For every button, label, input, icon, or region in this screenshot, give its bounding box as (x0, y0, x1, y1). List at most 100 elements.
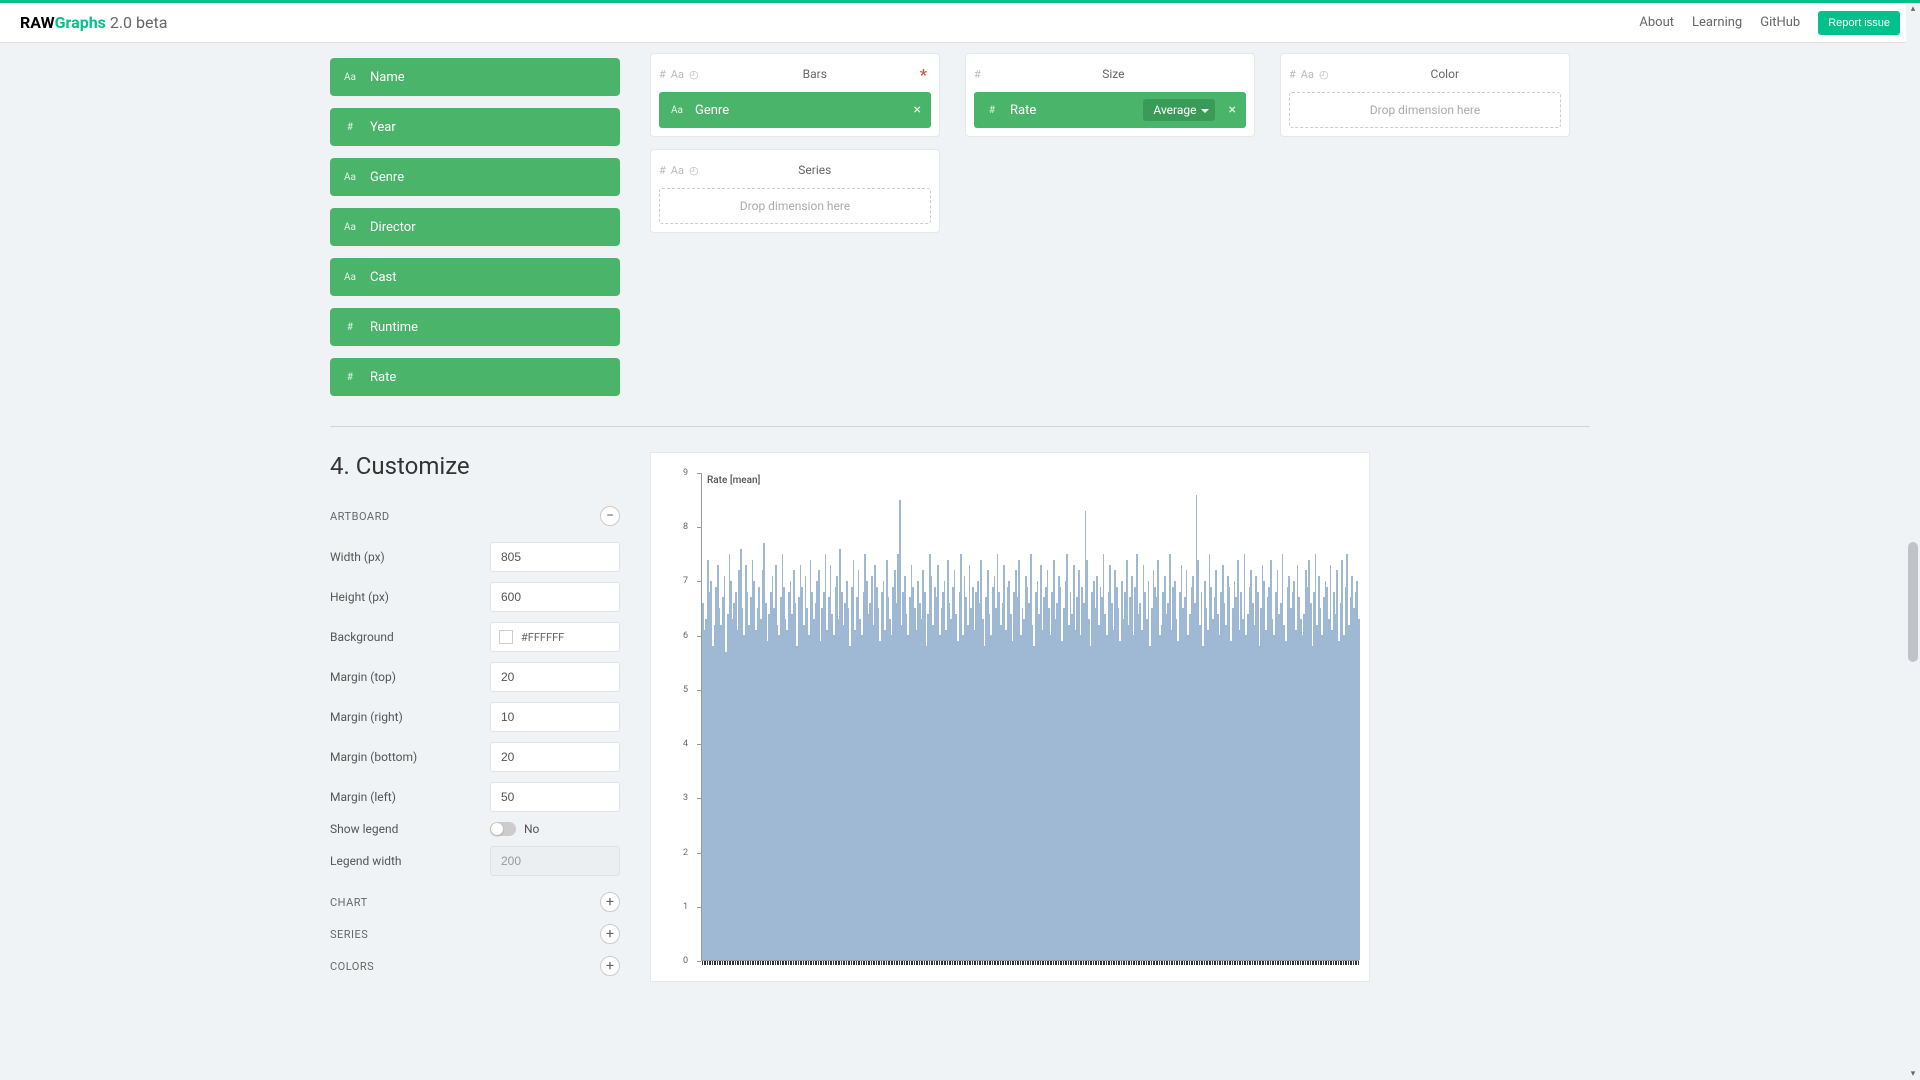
dropzone-size[interactable]: # Size # Rate Average × (965, 53, 1255, 137)
y-tick-label: 4 (683, 739, 688, 749)
dropzone-title: Bars (699, 67, 931, 81)
chip-type-icon: # (984, 105, 1000, 116)
control-label: Legend width (330, 854, 402, 868)
nav-about[interactable]: About (1639, 15, 1674, 30)
logo-raw: RAW (20, 13, 55, 32)
chip-label: Rate (1010, 103, 1143, 118)
logo-graphs: Graphs (55, 13, 106, 32)
text-icon: Aa (671, 164, 684, 177)
dim-label: Cast (370, 270, 397, 285)
background-color-picker[interactable]: #FFFFFF (490, 622, 620, 652)
dim-type-icon: Aa (342, 172, 358, 183)
hash-icon: # (659, 68, 666, 81)
control-label: Height (px) (330, 590, 389, 604)
dimension-pill-genre[interactable]: Aa Genre (330, 158, 620, 196)
y-tick-label: 3 (683, 793, 688, 803)
dz-type-icons: # Aa ◴ (659, 164, 699, 177)
group-label: ARTBOARD (330, 510, 390, 523)
control-label: Margin (top) (330, 670, 396, 684)
color-hex-value: #FFFFFF (521, 631, 564, 644)
control-label: Margin (right) (330, 710, 403, 724)
top-progress-bar (0, 0, 1920, 3)
hash-icon: # (1289, 68, 1296, 81)
chip-remove-icon[interactable]: × (914, 102, 921, 118)
scrollbar-thumb[interactable] (1908, 542, 1918, 662)
clock-icon: ◴ (1319, 68, 1329, 81)
margin-top-input[interactable] (490, 662, 620, 692)
expand-icon[interactable]: + (600, 956, 620, 976)
dropzone-color[interactable]: # Aa ◴ Color Drop dimension here (1280, 53, 1570, 137)
y-tick-label: 6 (683, 631, 688, 641)
dimension-pill-rate[interactable]: #Rate (330, 358, 620, 396)
y-tick-mark (697, 473, 701, 474)
y-tick-label: 7 (683, 576, 688, 586)
dropzone-placeholder: Drop dimension here (1289, 92, 1561, 128)
dropzone-chip-rate[interactable]: # Rate Average × (974, 92, 1246, 128)
report-issue-button[interactable]: Report issue (1818, 11, 1900, 35)
control-height: Height (px) (330, 582, 620, 612)
group-label: COLORS (330, 960, 374, 973)
y-tick-mark (697, 907, 701, 908)
group-header-colors[interactable]: COLORS + (330, 950, 620, 982)
dim-label: Genre (370, 170, 404, 185)
expand-icon[interactable]: + (600, 892, 620, 912)
width-input[interactable] (490, 542, 620, 572)
dim-type-icon: # (342, 322, 358, 333)
height-input[interactable] (490, 582, 620, 612)
dropzone-series[interactable]: # Aa ◴ Series Drop dimension here (650, 149, 940, 233)
toggle-value: No (524, 822, 539, 836)
hash-icon: # (974, 68, 981, 81)
dim-label: Name (370, 70, 405, 85)
dz-type-icons: # (974, 68, 981, 81)
nav-learning[interactable]: Learning (1692, 15, 1742, 30)
group-header-artboard[interactable]: ARTBOARD − (330, 500, 620, 532)
dropzone-title: Color (1329, 67, 1561, 81)
dz-type-icons: # Aa ◴ (659, 68, 699, 81)
margin-left-input[interactable] (490, 782, 620, 812)
nav-github[interactable]: GitHub (1760, 15, 1800, 30)
dimension-pill-name[interactable]: AaName (330, 58, 620, 96)
y-tick-mark (697, 636, 701, 637)
hash-icon: # (659, 164, 666, 177)
scroll-up-icon[interactable]: ▴ (1908, 3, 1918, 15)
expand-icon[interactable]: + (600, 924, 620, 944)
dropzone-chip-genre[interactable]: Aa Genre × (659, 92, 931, 128)
logo[interactable]: RAWGraphs 2.0 beta (20, 13, 167, 32)
y-tick-label: 8 (683, 522, 688, 532)
dropzone-bars[interactable]: # Aa ◴ Bars * Aa Genre × (650, 53, 940, 137)
dropzone-title: Size (981, 67, 1246, 81)
y-tick-mark (697, 690, 701, 691)
y-tick-label: 9 (683, 468, 688, 478)
control-legend-width: Legend width (330, 846, 620, 876)
group-label: SERIES (330, 928, 368, 941)
dimension-pill-director[interactable]: AaDirector (330, 208, 620, 246)
dimension-pill-year[interactable]: #Year (330, 108, 620, 146)
y-tick-mark (697, 527, 701, 528)
y-tick-label: 1 (683, 902, 688, 912)
y-tick-label: 5 (683, 685, 688, 695)
control-background: Background #FFFFFF (330, 622, 620, 652)
dropzone-title: Series (699, 163, 931, 177)
control-margin-right: Margin (right) (330, 702, 620, 732)
control-label: Margin (left) (330, 790, 396, 804)
dimension-pill-runtime[interactable]: #Runtime (330, 308, 620, 346)
chip-aggregation-dropdown[interactable]: Average (1143, 99, 1214, 121)
vertical-scrollbar[interactable]: ▴ ▾ (1906, 3, 1920, 1080)
chip-remove-icon[interactable]: × (1229, 102, 1236, 118)
logo-beta: 2.0 beta (106, 13, 168, 32)
dim-label: Director (370, 220, 416, 235)
margin-bottom-input[interactable] (490, 742, 620, 772)
collapse-icon[interactable]: − (600, 506, 620, 526)
group-header-chart[interactable]: CHART + (330, 886, 620, 918)
control-label: Show legend (330, 822, 398, 836)
group-header-series[interactable]: SERIES + (330, 918, 620, 950)
chip-label: Genre (695, 103, 906, 118)
dimension-pill-cast[interactable]: AaCast (330, 258, 620, 296)
scroll-down-icon[interactable]: ▾ (1908, 1068, 1918, 1080)
show-legend-toggle[interactable] (490, 822, 516, 836)
color-swatch-icon (499, 630, 513, 644)
control-margin-top: Margin (top) (330, 662, 620, 692)
y-tick-label: 2 (683, 848, 688, 858)
margin-right-input[interactable] (490, 702, 620, 732)
control-label: Width (px) (330, 550, 385, 564)
